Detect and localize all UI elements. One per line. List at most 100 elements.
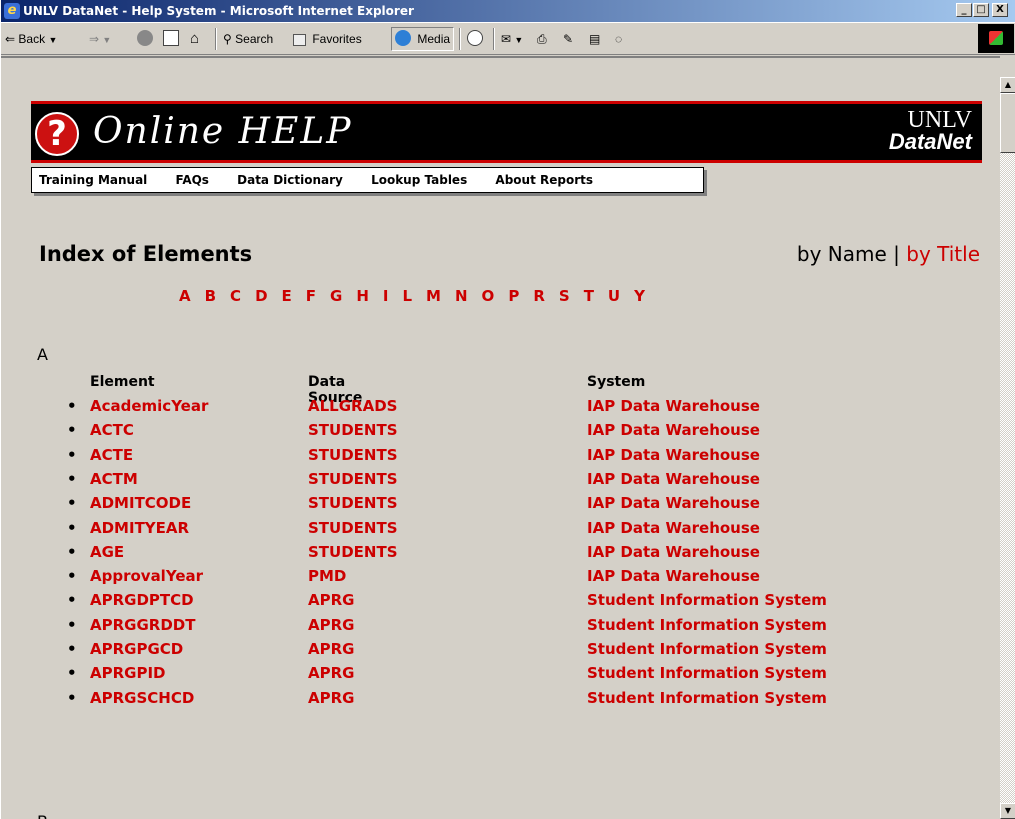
letter-link-g[interactable]: G: [330, 287, 342, 305]
letter-link-b[interactable]: B: [205, 287, 216, 305]
system-link[interactable]: Student Information System: [587, 591, 827, 609]
page-viewport[interactable]: ? Online HELP UNLV DataNet Training Manu…: [1, 56, 1000, 819]
letter-link-f[interactable]: F: [306, 287, 316, 305]
by-name-link[interactable]: by Name: [797, 242, 887, 266]
letter-link-i[interactable]: I: [383, 287, 389, 305]
letter-link-a[interactable]: A: [179, 287, 191, 305]
element-link[interactable]: ADMITYEAR: [90, 519, 189, 537]
forward-button[interactable]: ⇒ ▼: [89, 28, 111, 50]
element-link[interactable]: APRGDPTCD: [90, 591, 194, 609]
print-button[interactable]: ⎙: [537, 28, 547, 50]
scroll-thumb[interactable]: [1000, 93, 1015, 153]
letter-link-y[interactable]: Y: [634, 287, 645, 305]
element-link[interactable]: ACTM: [90, 470, 138, 488]
nav-faqs[interactable]: FAQs: [176, 173, 209, 187]
data-source-link[interactable]: STUDENTS: [308, 543, 398, 561]
element-link[interactable]: ADMITCODE: [90, 494, 191, 512]
letter-link-e[interactable]: E: [282, 287, 292, 305]
mail-icon: ✉: [501, 32, 512, 46]
letter-link-s[interactable]: S: [559, 287, 570, 305]
data-source-link[interactable]: APRG: [308, 591, 354, 609]
maximize-button[interactable]: □: [973, 3, 989, 17]
discuss-button[interactable]: ▤: [589, 28, 600, 50]
data-source-link[interactable]: STUDENTS: [308, 470, 398, 488]
dropdown-arrow-icon[interactable]: ▼: [102, 35, 111, 45]
data-source-link[interactable]: STUDENTS: [308, 421, 398, 439]
nav-about-reports[interactable]: About Reports: [495, 173, 593, 187]
data-source-link[interactable]: ALLGRADS: [308, 397, 397, 415]
home-button[interactable]: ⌂: [190, 28, 199, 50]
media-button[interactable]: Media: [391, 27, 455, 51]
minimize-button[interactable]: _: [956, 3, 972, 17]
letter-link-d[interactable]: D: [255, 287, 267, 305]
letter-link-h[interactable]: H: [356, 287, 369, 305]
letter-link-m[interactable]: M: [426, 287, 441, 305]
vertical-scrollbar[interactable]: ▲ ▼: [1000, 77, 1015, 819]
back-button[interactable]: ⇐ Back ▼: [5, 28, 57, 50]
sort-links: by Name | by Title: [797, 242, 980, 266]
data-source-link[interactable]: STUDENTS: [308, 446, 398, 464]
nav-lookup-tables[interactable]: Lookup Tables: [371, 173, 467, 187]
back-arrow-icon: ⇐: [5, 32, 16, 46]
dropdown-arrow-icon[interactable]: ▼: [514, 35, 523, 45]
edit-button[interactable]: ✎: [563, 28, 573, 50]
system-link[interactable]: IAP Data Warehouse: [587, 421, 760, 439]
element-link[interactable]: ACTC: [90, 421, 134, 439]
system-link[interactable]: Student Information System: [587, 689, 827, 707]
element-link[interactable]: AcademicYear: [90, 397, 208, 415]
system-link[interactable]: IAP Data Warehouse: [587, 397, 760, 415]
system-link[interactable]: IAP Data Warehouse: [587, 494, 760, 512]
letter-link-p[interactable]: P: [508, 287, 519, 305]
table-row: • ACTC STUDENTS IAP Data Warehouse: [1, 421, 1000, 445]
windows-logo-icon: [978, 24, 1014, 53]
data-source-link[interactable]: APRG: [308, 640, 354, 658]
system-link[interactable]: IAP Data Warehouse: [587, 519, 760, 537]
refresh-button[interactable]: [163, 28, 182, 50]
element-link[interactable]: APRGPGCD: [90, 640, 183, 658]
element-link[interactable]: APRGGRDDT: [90, 616, 195, 634]
system-link[interactable]: Student Information System: [587, 664, 827, 682]
bullet-icon: •: [67, 397, 77, 415]
system-link[interactable]: IAP Data Warehouse: [587, 470, 760, 488]
element-link[interactable]: APRGSCHCD: [90, 689, 194, 707]
data-source-link[interactable]: APRG: [308, 689, 354, 707]
letter-link-r[interactable]: R: [533, 287, 545, 305]
history-button[interactable]: [467, 28, 486, 50]
letter-link-u[interactable]: U: [608, 287, 620, 305]
close-button[interactable]: X: [992, 3, 1008, 17]
search-button[interactable]: ⚲ Search: [223, 28, 273, 50]
data-source-link[interactable]: APRG: [308, 664, 354, 682]
letter-link-o[interactable]: O: [482, 287, 495, 305]
element-link[interactable]: AGE: [90, 543, 124, 561]
mail-button[interactable]: ✉ ▼: [501, 28, 523, 50]
dropdown-arrow-icon[interactable]: ▼: [48, 35, 57, 45]
messenger-button[interactable]: ◌: [615, 28, 622, 50]
unlv-datanet-logo[interactable]: UNLV DataNet: [889, 108, 972, 153]
letter-link-c[interactable]: C: [230, 287, 241, 305]
system-link[interactable]: IAP Data Warehouse: [587, 543, 760, 561]
scroll-up-icon[interactable]: ▲: [1000, 77, 1015, 93]
system-link[interactable]: IAP Data Warehouse: [587, 446, 760, 464]
letter-link-t[interactable]: T: [584, 287, 594, 305]
letter-link-l[interactable]: L: [402, 287, 412, 305]
nav-training-manual[interactable]: Training Manual: [39, 173, 147, 187]
data-source-link[interactable]: APRG: [308, 616, 354, 634]
system-link[interactable]: Student Information System: [587, 616, 827, 634]
element-link[interactable]: ACTE: [90, 446, 133, 464]
element-link[interactable]: ApprovalYear: [90, 567, 203, 585]
scroll-down-icon[interactable]: ▼: [1000, 803, 1015, 819]
favorites-button[interactable]: Favorites: [293, 28, 362, 50]
sort-separator: |: [886, 242, 907, 266]
data-source-link[interactable]: PMD: [308, 567, 346, 585]
print-icon: ⎙: [537, 32, 547, 46]
nav-data-dictionary[interactable]: Data Dictionary: [237, 173, 343, 187]
by-title-link[interactable]: by Title: [906, 242, 980, 266]
data-source-link[interactable]: STUDENTS: [308, 494, 398, 512]
alphabet-nav: ABCDEFGHILMNOPRSTUY: [179, 287, 659, 305]
data-source-link[interactable]: STUDENTS: [308, 519, 398, 537]
system-link[interactable]: Student Information System: [587, 640, 827, 658]
letter-link-n[interactable]: N: [455, 287, 468, 305]
system-link[interactable]: IAP Data Warehouse: [587, 567, 760, 585]
element-link[interactable]: APRGPID: [90, 664, 166, 682]
stop-button[interactable]: [137, 28, 156, 50]
